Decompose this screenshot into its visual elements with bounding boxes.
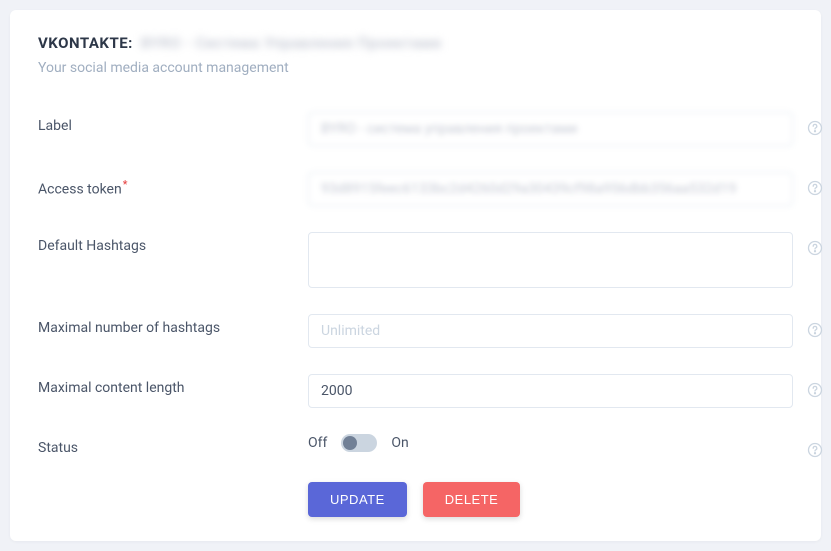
default-hashtags-input[interactable] — [308, 232, 793, 288]
status-toggle[interactable] — [341, 434, 377, 452]
page-subtitle: Your social media account management — [38, 60, 793, 76]
max-hashtags-input[interactable] — [308, 314, 793, 348]
toggle-knob — [343, 436, 357, 450]
status-label: Status — [38, 434, 308, 456]
access-token-input[interactable] — [308, 172, 793, 206]
status-on-label: On — [391, 435, 408, 451]
help-icon[interactable] — [807, 240, 823, 256]
access-token-label: Access token* — [38, 172, 308, 198]
help-icon[interactable] — [807, 442, 823, 458]
delete-button[interactable]: DELETE — [423, 482, 521, 517]
max-content-length-label: Maximal content length — [38, 374, 308, 396]
label-label: Label — [38, 112, 308, 134]
row-max-content-length: Maximal content length — [38, 374, 793, 408]
status-off-label: Off — [308, 435, 327, 451]
default-hashtags-label: Default Hashtags — [38, 232, 308, 254]
row-status: Status Off On — [38, 434, 793, 456]
account-settings-card: VKONTAKTE: BYRO - Система Управления Про… — [10, 10, 821, 541]
help-icon[interactable] — [807, 120, 823, 136]
title-account-name: BYRO - Система Управления Проектами — [141, 34, 441, 52]
help-icon[interactable] — [807, 382, 823, 398]
max-hashtags-label: Maximal number of hashtags — [38, 314, 308, 336]
status-toggle-group: Off On — [308, 434, 409, 452]
button-row: UPDATE DELETE — [308, 482, 793, 517]
help-icon[interactable] — [807, 322, 823, 338]
update-button[interactable]: UPDATE — [308, 482, 407, 517]
row-max-hashtags: Maximal number of hashtags — [38, 314, 793, 348]
row-access-token: Access token* — [38, 172, 793, 206]
title-prefix: VKONTAKTE: — [38, 34, 133, 52]
max-content-length-input[interactable] — [308, 374, 793, 408]
row-default-hashtags: Default Hashtags — [38, 232, 793, 288]
help-icon[interactable] — [807, 180, 823, 196]
label-input[interactable] — [308, 112, 793, 146]
page-title: VKONTAKTE: BYRO - Система Управления Про… — [38, 34, 793, 52]
row-label: Label — [38, 112, 793, 146]
required-marker: * — [123, 178, 128, 191]
